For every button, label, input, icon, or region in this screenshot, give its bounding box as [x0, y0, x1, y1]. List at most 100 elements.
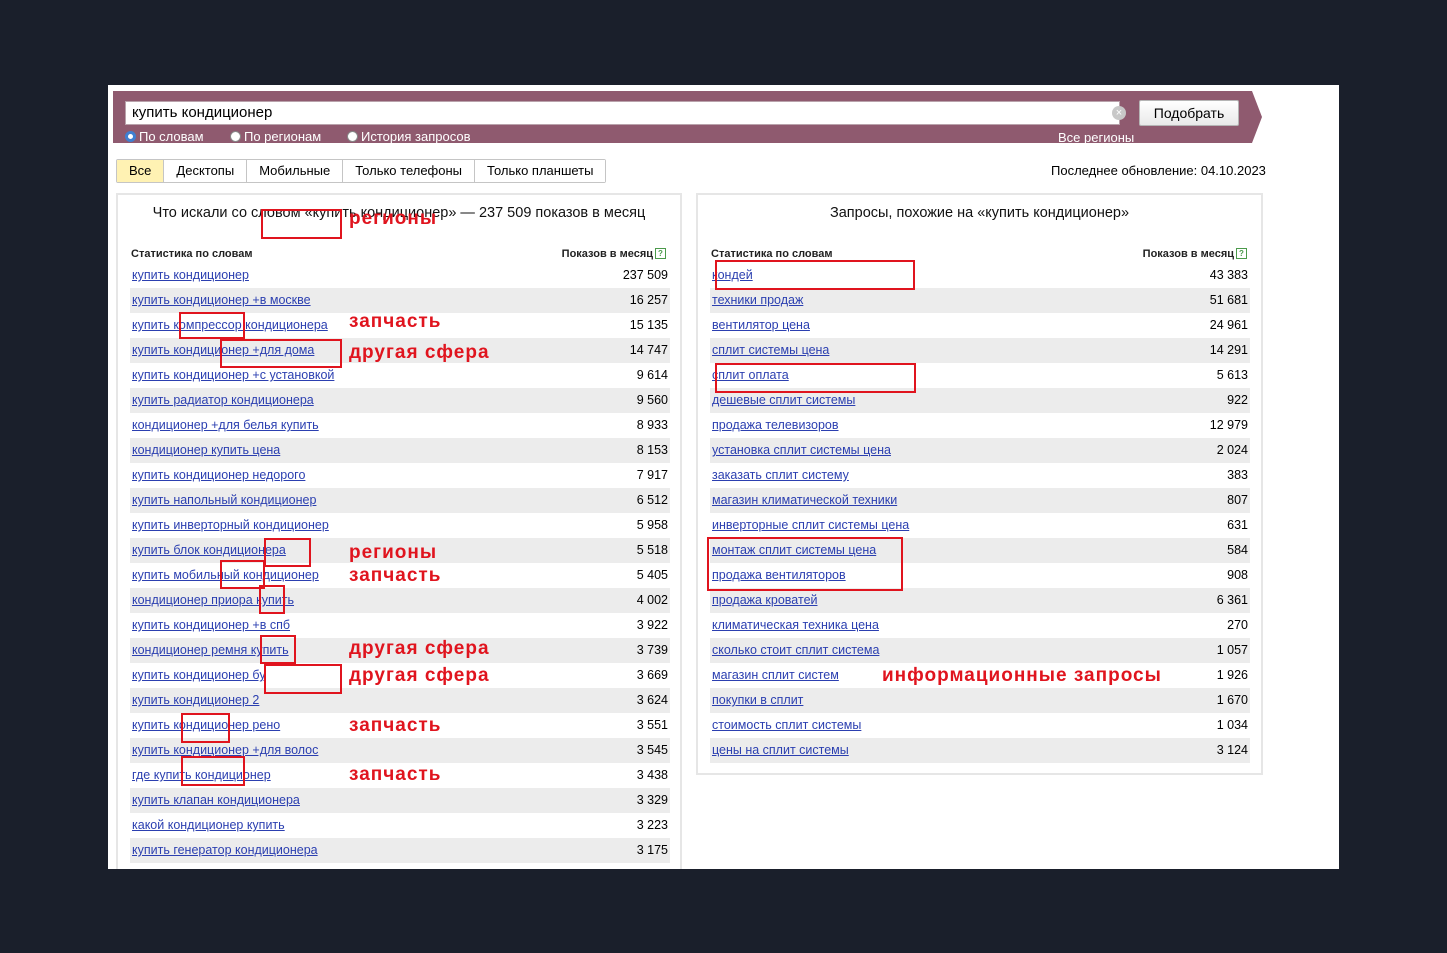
query-link[interactable]: купить кондиционер +с установкой: [132, 368, 334, 382]
radio-by-words[interactable]: По словам: [125, 129, 204, 144]
query-link[interactable]: купить кондиционер недорого: [132, 468, 305, 482]
annotation-label: запчасть: [349, 311, 442, 332]
annotation-box: [264, 538, 311, 567]
table-row: купить радиатор кондиционера 9 560: [130, 388, 670, 413]
annotation-box: [181, 756, 245, 786]
clear-icon[interactable]: ×: [1112, 106, 1126, 120]
all-regions-link[interactable]: Все регионы: [1058, 130, 1134, 145]
col-words: Статистика по словам: [711, 248, 833, 260]
query-link[interactable]: стоимость сплит системы: [712, 718, 861, 732]
tab-all[interactable]: Все: [117, 160, 164, 182]
query-link[interactable]: магазин сплит систем: [712, 668, 839, 682]
impressions-count: 2 024: [1216, 443, 1248, 457]
radio-by-regions[interactable]: По регионам: [230, 129, 321, 144]
impressions-count: 6 512: [636, 493, 668, 507]
impressions-count: 15 135: [629, 318, 668, 332]
query-link[interactable]: магазин климатической техники: [712, 493, 897, 507]
impressions-count: 270: [1227, 618, 1248, 632]
query-link[interactable]: цены на сплит системы: [712, 743, 849, 757]
annotation-box: [715, 260, 915, 290]
annotation-box: [179, 312, 245, 339]
annotation-box: [259, 585, 285, 614]
query-link[interactable]: купить блок кондиционера: [132, 543, 286, 557]
impressions-count: 5 405: [636, 568, 668, 582]
help-icon[interactable]: ?: [655, 248, 666, 259]
query-link[interactable]: купить кондиционер: [132, 268, 249, 282]
impressions-count: 7 917: [636, 468, 668, 482]
impressions-count: 51 681: [1209, 293, 1248, 307]
query-link[interactable]: вентилятор цена: [712, 318, 810, 332]
tab-desktop[interactable]: Десктопы: [163, 160, 247, 182]
annotation-label: запчасть: [349, 715, 442, 736]
right-panel-title: Запросы, похожие на «купить кондиционер»: [829, 205, 1130, 221]
radio-label: История запросов: [361, 129, 471, 144]
query-link[interactable]: установка сплит системы цена: [712, 443, 891, 457]
radio-icon: [230, 131, 241, 142]
query-link[interactable]: кондиционер купить цена: [132, 443, 280, 457]
query-link[interactable]: продажа кроватей: [712, 593, 818, 607]
wordstat-page: купить кондиционер × Подобрать По словам…: [108, 85, 1339, 869]
query-link[interactable]: сплит системы цена: [712, 343, 829, 357]
search-input[interactable]: купить кондиционер: [125, 101, 1120, 125]
query-link[interactable]: инверторные сплит системы цена: [712, 518, 909, 532]
table-row: цены на сплит системы 3 124: [710, 738, 1250, 763]
query-link[interactable]: купить напольный кондиционер: [132, 493, 316, 507]
query-link[interactable]: купить кондиционер +в спб: [132, 618, 290, 632]
annotation-label: запчасть: [349, 764, 442, 785]
impressions-count: 1 034: [1216, 718, 1248, 732]
query-link[interactable]: техники продаж: [712, 293, 803, 307]
query-link[interactable]: продажа телевизоров: [712, 418, 839, 432]
radio-history[interactable]: История запросов: [347, 129, 471, 144]
annotation-box: [181, 713, 230, 743]
search-bar: купить кондиционер × Подобрать По словам…: [113, 91, 1252, 145]
table-row: климатическая техника цена 270: [710, 613, 1250, 638]
annotation-box: [261, 209, 342, 239]
annotation-box: [715, 363, 916, 393]
help-icon[interactable]: ?: [1236, 248, 1247, 259]
query-link[interactable]: заказать сплит систему: [712, 468, 849, 482]
impressions-count: 3 175: [636, 843, 668, 857]
query-link[interactable]: купить кондиционер +в москве: [132, 293, 311, 307]
impressions-count: 12 979: [1209, 418, 1248, 432]
table-row: стоимость сплит системы 1 034: [710, 713, 1250, 738]
col-count: Показов в месяц?: [562, 248, 666, 260]
query-link[interactable]: купить кондиционер +для волос: [132, 743, 318, 757]
table-row: кондиционер купить цена 8 153: [130, 438, 670, 463]
impressions-count: 16 257: [629, 293, 668, 307]
impressions-count: 24 961: [1209, 318, 1248, 332]
query-link[interactable]: купить кондиционер бу: [132, 668, 266, 682]
impressions-count: 3 669: [636, 668, 668, 682]
col-count-label: Показов в месяц: [561, 248, 653, 260]
tab-tablets[interactable]: Только планшеты: [474, 160, 606, 182]
query-link[interactable]: купить инверторный кондиционер: [132, 518, 329, 532]
table-row: купить клапан кондиционера 3 329: [130, 788, 670, 813]
query-link[interactable]: какой кондиционер купить: [132, 818, 285, 832]
query-link[interactable]: купить клапан кондиционера: [132, 793, 300, 807]
impressions-count: 5 613: [1216, 368, 1248, 382]
query-link[interactable]: сколько стоит сплит система: [712, 643, 879, 657]
annotation-box: [220, 339, 342, 368]
query-link[interactable]: дешевые сплит системы: [712, 393, 855, 407]
query-link[interactable]: кондиционер +для белья купить: [132, 418, 319, 432]
table-row: установка сплит системы цена 2 024: [710, 438, 1250, 463]
impressions-count: 3 329: [636, 793, 668, 807]
table-row: купить кондиционер 2 3 624: [130, 688, 670, 713]
query-link[interactable]: купить генератор кондиционера: [132, 843, 318, 857]
col-count-label: Показов в месяц: [1142, 248, 1234, 260]
table-row: вентилятор цена 24 961: [710, 313, 1250, 338]
impressions-count: 3 545: [636, 743, 668, 757]
tab-mobile[interactable]: Мобильные: [246, 160, 343, 182]
table-row: техники продаж 51 681: [710, 288, 1250, 313]
query-link[interactable]: покупки в сплит: [712, 693, 803, 707]
query-link[interactable]: купить радиатор кондиционера: [132, 393, 314, 407]
table-row: инверторные сплит системы цена 631: [710, 513, 1250, 538]
tab-phones[interactable]: Только телефоны: [342, 160, 475, 182]
radio-selected-icon: [125, 131, 136, 142]
col-words: Статистика по словам: [131, 248, 253, 260]
annotation-label: запчасть: [349, 565, 442, 586]
query-link[interactable]: климатическая техника цена: [712, 618, 879, 632]
table-row: купить кондиционер +с установкой 9 614: [130, 363, 670, 388]
pick-button[interactable]: Подобрать: [1139, 100, 1239, 126]
query-link[interactable]: купить кондиционер 2: [132, 693, 259, 707]
impressions-count: 3 739: [636, 643, 668, 657]
